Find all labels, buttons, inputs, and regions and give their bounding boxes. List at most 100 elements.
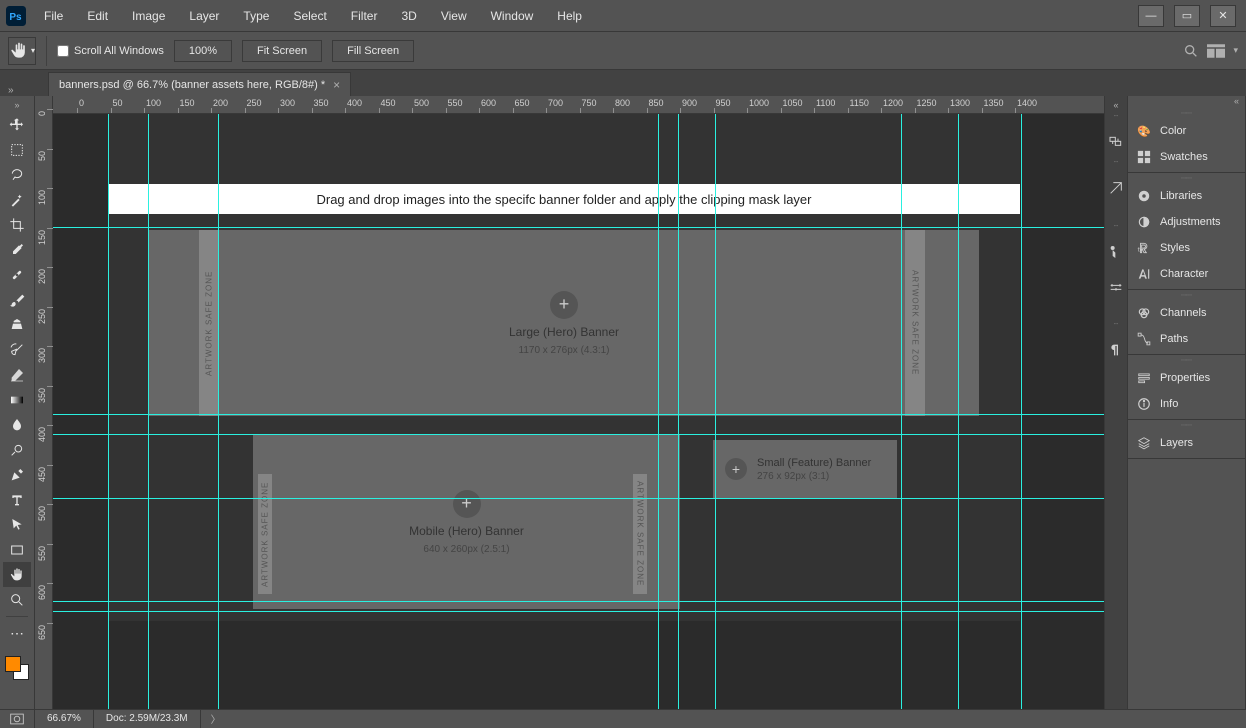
fit-screen-button[interactable]: Fit Screen bbox=[242, 40, 322, 62]
color-panel[interactable]: 🎨Color bbox=[1128, 118, 1245, 144]
large-banner-dim: 1170 x 276px (4.3:1) bbox=[519, 345, 610, 356]
guide-horizontal[interactable] bbox=[53, 601, 1104, 602]
window-minimize-button[interactable]: — bbox=[1138, 5, 1164, 27]
menu-type[interactable]: Type bbox=[231, 0, 281, 32]
dodge-tool[interactable] bbox=[3, 437, 31, 462]
type-tool[interactable] bbox=[3, 487, 31, 512]
status-doc-size[interactable]: Doc: 2.59M/23.3M bbox=[94, 710, 201, 728]
document-tab-label: banners.psd @ 66.7% (banner assets here,… bbox=[59, 79, 325, 91]
plus-icon: + bbox=[725, 458, 747, 480]
paths-panel[interactable]: Paths bbox=[1128, 326, 1245, 352]
lasso-tool[interactable] bbox=[3, 162, 31, 187]
guide-vertical[interactable] bbox=[108, 114, 109, 709]
small-banner-title: Small (Feature) Banner bbox=[757, 457, 871, 469]
document-tab-bar: » banners.psd @ 66.7% (banner assets her… bbox=[0, 70, 1246, 96]
menu-help[interactable]: Help bbox=[545, 0, 594, 32]
menu-layer[interactable]: Layer bbox=[177, 0, 231, 32]
path-selection-tool[interactable] bbox=[3, 512, 31, 537]
hand-tool-indicator[interactable]: ▾ bbox=[8, 37, 36, 65]
menu-image[interactable]: Image bbox=[120, 0, 177, 32]
guide-vertical[interactable] bbox=[678, 114, 679, 709]
expand-docs-icon[interactable]: » bbox=[8, 85, 14, 96]
libraries-panel[interactable]: Libraries bbox=[1128, 183, 1245, 209]
guide-vertical[interactable] bbox=[218, 114, 219, 709]
guide-vertical[interactable] bbox=[901, 114, 902, 709]
guide-vertical[interactable] bbox=[658, 114, 659, 709]
document-tab[interactable]: banners.psd @ 66.7% (banner assets here,… bbox=[48, 72, 351, 96]
info-panel[interactable]: Info bbox=[1128, 391, 1245, 417]
layers-panel[interactable]: Layers bbox=[1128, 430, 1245, 456]
canvas-viewport[interactable]: Drag and drop images into the specifc ba… bbox=[53, 114, 1104, 709]
spot-healing-tool[interactable] bbox=[3, 262, 31, 287]
guide-horizontal[interactable] bbox=[53, 414, 1104, 415]
guide-horizontal[interactable] bbox=[53, 434, 1104, 435]
menu-view[interactable]: View bbox=[429, 0, 479, 32]
menu-window[interactable]: Window bbox=[479, 0, 546, 32]
brushes-panel-icon[interactable] bbox=[1106, 238, 1126, 266]
eyedropper-tool[interactable] bbox=[3, 237, 31, 262]
crop-tool[interactable] bbox=[3, 212, 31, 237]
menu-filter[interactable]: Filter bbox=[339, 0, 390, 32]
move-tool[interactable] bbox=[3, 112, 31, 137]
guide-horizontal[interactable] bbox=[53, 611, 1104, 612]
zoom-100-button[interactable]: 100% bbox=[174, 40, 232, 62]
workspace-switcher-icon[interactable] bbox=[1207, 44, 1225, 58]
eraser-tool[interactable] bbox=[3, 362, 31, 387]
history-brush-tool[interactable] bbox=[3, 337, 31, 362]
menu-select[interactable]: Select bbox=[281, 0, 338, 32]
window-close-button[interactable]: ✕ bbox=[1210, 5, 1236, 27]
window-maximize-button[interactable]: ▭ bbox=[1174, 5, 1200, 27]
zoom-tool[interactable] bbox=[3, 587, 31, 612]
status-more-icon[interactable]: 〉 bbox=[201, 711, 231, 726]
scroll-all-windows-checkbox[interactable]: Scroll All Windows bbox=[57, 45, 164, 57]
photoshop-logo: Ps bbox=[0, 0, 32, 32]
gradient-tool[interactable] bbox=[3, 387, 31, 412]
menu-file[interactable]: File bbox=[32, 0, 75, 32]
fill-screen-button[interactable]: Fill Screen bbox=[332, 40, 414, 62]
panel-dock: « ┅┅┅ 🎨Color Swatches ┅┅┅ Libraries Adju… bbox=[1128, 96, 1246, 709]
adjustments-panel[interactable]: Adjustments bbox=[1128, 209, 1245, 235]
paragraph-panel-icon[interactable] bbox=[1106, 336, 1126, 364]
foreground-color[interactable] bbox=[5, 656, 21, 672]
color-swatches[interactable] bbox=[3, 654, 31, 682]
rectangle-tool[interactable] bbox=[3, 537, 31, 562]
horizontal-ruler[interactable]: 0501001502002503003504004505005506006507… bbox=[35, 96, 1104, 114]
pen-tool[interactable] bbox=[3, 462, 31, 487]
svg-text:fx: fx bbox=[1138, 248, 1143, 254]
navigator-panel-icon[interactable] bbox=[1106, 174, 1126, 202]
clone-stamp-tool[interactable] bbox=[3, 312, 31, 337]
character-panel[interactable]: Character bbox=[1128, 261, 1245, 287]
history-panel-icon[interactable] bbox=[1106, 128, 1126, 156]
search-icon[interactable] bbox=[1183, 43, 1199, 59]
safezone-label: ARTWORK SAFE ZONE bbox=[199, 230, 219, 416]
properties-panel[interactable]: Properties bbox=[1128, 365, 1245, 391]
large-banner-placeholder: + Large (Hero) Banner 1170 x 276px (4.3:… bbox=[149, 230, 979, 416]
guide-horizontal[interactable] bbox=[53, 227, 1104, 228]
small-banner-placeholder: + Small (Feature) Banner 276 x 92px (3:1… bbox=[713, 440, 897, 498]
guide-vertical[interactable] bbox=[715, 114, 716, 709]
styles-panel[interactable]: fxStyles bbox=[1128, 235, 1245, 261]
magic-wand-tool[interactable] bbox=[3, 187, 31, 212]
guide-vertical[interactable] bbox=[958, 114, 959, 709]
close-icon[interactable]: × bbox=[333, 78, 340, 92]
menu-edit[interactable]: Edit bbox=[75, 0, 120, 32]
menu-3d[interactable]: 3D bbox=[389, 0, 428, 32]
safezone-label: ARTWORK SAFE ZONE bbox=[905, 230, 925, 416]
marquee-tool[interactable] bbox=[3, 137, 31, 162]
guide-vertical[interactable] bbox=[148, 114, 149, 709]
quick-mask-icon[interactable] bbox=[0, 710, 35, 728]
brush-settings-panel-icon[interactable] bbox=[1106, 274, 1126, 302]
status-zoom[interactable]: 66.67% bbox=[35, 710, 94, 728]
guide-horizontal[interactable] bbox=[53, 498, 1104, 499]
edit-toolbar-button[interactable]: ⋯ bbox=[3, 621, 31, 646]
brush-tool[interactable] bbox=[3, 287, 31, 312]
vertical-ruler[interactable]: 050100150200250300350400450500550600650 bbox=[35, 114, 53, 709]
guide-vertical[interactable] bbox=[1021, 114, 1022, 709]
hand-tool[interactable] bbox=[3, 562, 31, 587]
blur-tool[interactable] bbox=[3, 412, 31, 437]
plus-icon: + bbox=[550, 291, 578, 319]
swatches-panel[interactable]: Swatches bbox=[1128, 144, 1245, 170]
options-bar: ▾ Scroll All Windows 100% Fit Screen Fil… bbox=[0, 32, 1246, 70]
tools-panel: » ⋯ bbox=[0, 96, 35, 709]
channels-panel[interactable]: Channels bbox=[1128, 300, 1245, 326]
